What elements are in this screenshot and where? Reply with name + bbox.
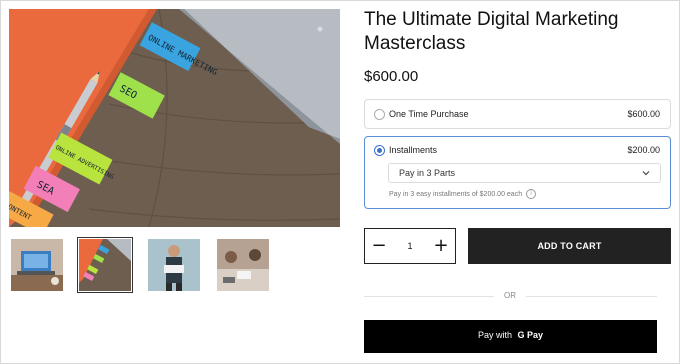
quantity-increase-button[interactable]: + (427, 229, 455, 263)
google-pay-button[interactable]: Pay with G Pay (364, 320, 657, 353)
thumbnail-presenter[interactable] (148, 239, 200, 291)
google-pay-label: Pay with G Pay (364, 330, 657, 340)
google-pay-logo: G Pay (517, 330, 543, 340)
installment-plan-select[interactable]: Pay in 3 Parts (388, 163, 661, 183)
product-title: The Ultimate Digital Marketing Mastercla… (364, 9, 619, 54)
installments-label: Installments (389, 145, 438, 155)
radio-installments[interactable] (374, 145, 385, 156)
chevron-down-icon (642, 171, 650, 176)
one-time-price: $600.00 (627, 109, 660, 119)
thumbnail-sticky-notes[interactable] (77, 237, 133, 293)
radio-one-time[interactable] (374, 109, 385, 120)
product-main-image: ONLINE MARKETING SEO ONLINE ADVERTISING … (9, 9, 340, 227)
divider-left (364, 296, 494, 297)
google-pay-prefix: Pay with (477, 330, 512, 340)
google-pay-logo-text: Pay (527, 330, 544, 340)
google-g-icon: G (517, 330, 525, 340)
option-one-time-purchase[interactable]: One Time Purchase $600.00 (364, 99, 671, 129)
thumbnail-meeting[interactable] (217, 239, 269, 291)
quantity-decrease-button[interactable]: − (365, 229, 393, 263)
installment-plan-value: Pay in 3 Parts (399, 168, 456, 178)
option-installments[interactable]: Installments $200.00 Pay in 3 Parts Pay … (364, 136, 671, 209)
add-to-cart-button[interactable]: ADD TO CART (468, 228, 671, 264)
one-time-label: One Time Purchase (389, 109, 469, 119)
installments-note: Pay in 3 easy installments of $200.00 ea… (389, 189, 537, 199)
product-price: $600.00 (364, 68, 419, 85)
installments-note-text: Pay in 3 easy installments of $200.00 ea… (389, 190, 523, 198)
divider-right (526, 296, 657, 297)
installments-price: $200.00 (627, 145, 660, 155)
quantity-stepper: − + (364, 228, 456, 264)
thumbnail-laptop-desk[interactable] (11, 239, 63, 291)
info-icon[interactable]: i (526, 189, 537, 199)
divider-or-label: OR (504, 291, 516, 300)
quantity-input[interactable] (395, 229, 425, 263)
